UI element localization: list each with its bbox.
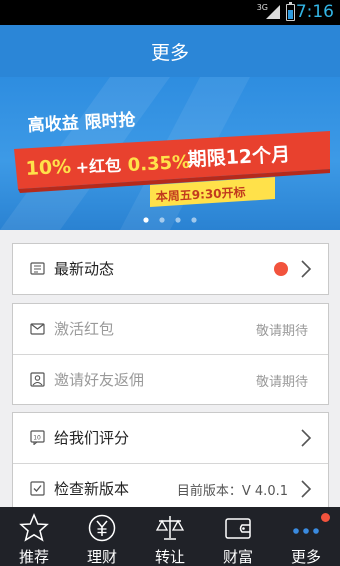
- svg-text:10: 10: [33, 435, 41, 442]
- invite-friends-label: 邀请好友返佣: [54, 371, 145, 389]
- star-icon: [19, 513, 49, 542]
- new-indicator-dot: [274, 262, 288, 276]
- latest-news-label: 最新动态: [54, 260, 115, 278]
- banner-bonus-rate: 0.35%: [127, 152, 190, 176]
- tab-label: 理财: [86, 548, 117, 566]
- bottom-tab-bar: 推荐 理财 转让 财富 更多: [0, 507, 340, 566]
- wallet-icon: [225, 518, 251, 539]
- chevron-right-icon: [301, 480, 312, 498]
- rate-us-row[interactable]: 10 给我们评分: [13, 413, 328, 463]
- envelope-icon: [30, 323, 45, 335]
- promo-banner-art: 高收益 限时抢 10% +红包 0.35% 期限12个月 本周五9:30开标: [0, 77, 330, 230]
- signal-icon: [266, 5, 280, 19]
- page-title: 更多: [150, 42, 189, 64]
- more-dots-icon: [293, 528, 319, 534]
- coming-soon-hint: 敬请期待: [255, 375, 308, 390]
- news-group: 最新动态: [12, 243, 329, 295]
- battery-icon: [286, 2, 295, 21]
- activate-redpacket-row[interactable]: 激活红包 敬请期待: [13, 304, 328, 354]
- status-bar: 3G 7:16: [0, 0, 340, 25]
- picture-icon: [30, 372, 45, 387]
- banner-rate: 10%: [25, 156, 72, 180]
- notification-badge: [321, 513, 330, 522]
- tab-label: 财富: [222, 548, 253, 566]
- tab-more[interactable]: 更多: [272, 507, 340, 566]
- check-update-label: 检查新版本: [54, 480, 130, 498]
- promo-banner[interactable]: 高收益 限时抢 10% +红包 0.35% 期限12个月 本周五9:30开标: [0, 77, 340, 230]
- app-group: 10 给我们评分 检查新版本 目前版本：V 4.0.1: [12, 412, 329, 514]
- banner-plus-redpacket: +红包: [75, 156, 121, 177]
- rating-icon: 10: [30, 430, 45, 445]
- rate-us-label: 给我们评分: [54, 429, 130, 447]
- tab-finance[interactable]: 理财: [68, 507, 136, 566]
- status-time: 7:16: [295, 2, 334, 22]
- newspaper-icon: [30, 262, 45, 275]
- checkbox-icon: [30, 481, 45, 496]
- check-update-row[interactable]: 检查新版本 目前版本：V 4.0.1: [13, 463, 328, 513]
- tab-transfer[interactable]: 转让: [136, 507, 204, 566]
- scale-icon: [155, 516, 185, 540]
- tab-label: 推荐: [18, 548, 49, 566]
- yen-coin-icon: [88, 514, 116, 542]
- coming-soon-hint: 敬请期待: [255, 324, 308, 339]
- latest-news-row[interactable]: 最新动态: [13, 244, 328, 294]
- current-version: 目前版本：V 4.0.1: [176, 484, 288, 499]
- invite-friends-row[interactable]: 邀请好友返佣 敬请期待: [13, 354, 328, 404]
- app-header: 更多: [0, 25, 340, 77]
- tab-recommend[interactable]: 推荐: [0, 507, 68, 566]
- rewards-group: 激活红包 敬请期待 邀请好友返佣 敬请期待: [12, 303, 329, 405]
- chevron-right-icon: [301, 260, 312, 278]
- chevron-right-icon: [301, 429, 312, 447]
- tab-label: 更多: [290, 548, 321, 566]
- tab-label: 转让: [154, 548, 185, 566]
- activate-redpacket-label: 激活红包: [54, 320, 115, 338]
- tab-wealth[interactable]: 财富: [204, 507, 272, 566]
